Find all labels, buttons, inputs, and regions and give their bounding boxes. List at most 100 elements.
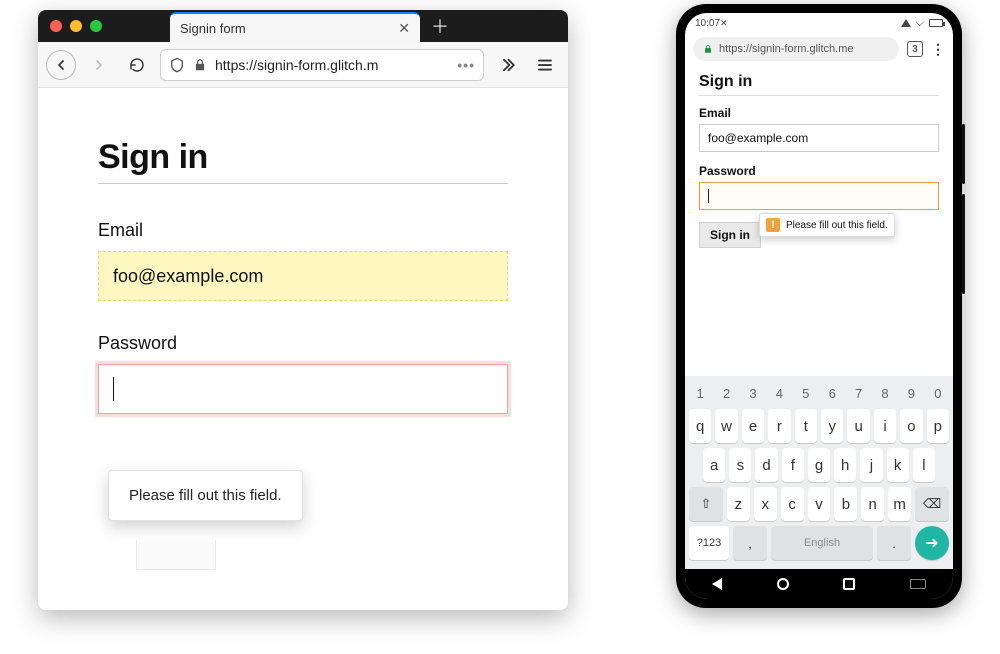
nav-keyboard-button[interactable] xyxy=(910,579,926,589)
close-window-button[interactable] xyxy=(50,20,62,32)
soft-keyboard: 1234567890 qwertyuiop asdfghjkl ⇧ zxcvbn… xyxy=(685,376,953,569)
key-w[interactable]: w xyxy=(715,409,737,443)
mobile-page-heading: Sign in xyxy=(699,73,939,91)
key-s[interactable]: s xyxy=(729,448,751,482)
key-6[interactable]: 6 xyxy=(821,382,843,404)
password-input[interactable] xyxy=(98,364,508,414)
nav-home-button[interactable] xyxy=(777,578,789,590)
mobile-toolbar: https://signin-form.glitch.me 3 ⋮ xyxy=(685,33,953,65)
tab-title: Signin form xyxy=(180,21,246,36)
key-z[interactable]: z xyxy=(727,487,750,521)
mobile-validation-message: Please fill out this field. xyxy=(786,220,888,231)
lock-icon xyxy=(703,44,713,54)
validation-tooltip: Please fill out this field. xyxy=(108,470,303,521)
key-8[interactable]: 8 xyxy=(874,382,896,404)
key-5[interactable]: 5 xyxy=(795,382,817,404)
more-menu-button[interactable]: ⋮ xyxy=(931,41,945,58)
key-x[interactable]: x xyxy=(754,487,777,521)
key-i[interactable]: i xyxy=(874,409,896,443)
key-b[interactable]: b xyxy=(834,487,857,521)
key-q[interactable]: q xyxy=(689,409,711,443)
url-text: https://signin-form.glitch.m xyxy=(215,57,449,73)
mobile-email-value: foo@example.com xyxy=(708,131,808,145)
browser-toolbar: https://signin-form.glitch.m ••• xyxy=(38,42,568,88)
key-k[interactable]: k xyxy=(887,448,909,482)
minimize-window-button[interactable] xyxy=(70,20,82,32)
mobile-signin-button[interactable]: Sign in xyxy=(699,222,761,248)
key-h[interactable]: h xyxy=(834,448,856,482)
page-actions-icon[interactable]: ••• xyxy=(457,57,475,73)
maximize-window-button[interactable] xyxy=(90,20,102,32)
text-caret xyxy=(708,189,709,203)
heading-rule xyxy=(699,95,939,96)
key-y[interactable]: y xyxy=(821,409,843,443)
mobile-password-label: Password xyxy=(699,164,939,178)
mobile-email-input[interactable]: foo@example.com xyxy=(699,124,939,152)
comma-key[interactable]: , xyxy=(733,526,767,560)
key-0[interactable]: 0 xyxy=(927,382,949,404)
page-heading: Sign in xyxy=(98,138,508,177)
phone-side-button xyxy=(962,194,965,294)
key-m[interactable]: m xyxy=(888,487,911,521)
submit-button-obscured[interactable] xyxy=(136,540,216,570)
symbols-key[interactable]: ?123 xyxy=(689,526,729,560)
key-3[interactable]: 3 xyxy=(742,382,764,404)
key-9[interactable]: 9 xyxy=(900,382,922,404)
key-a[interactable]: a xyxy=(703,448,725,482)
mobile-url-text: https://signin-form.glitch.me xyxy=(719,43,854,55)
backspace-key[interactable]: ⌫ xyxy=(915,487,949,521)
status-time: 10:07 xyxy=(695,18,720,29)
signal-icon xyxy=(901,19,911,27)
key-g[interactable]: g xyxy=(808,448,830,482)
key-2[interactable]: 2 xyxy=(715,382,737,404)
key-f[interactable]: f xyxy=(782,448,804,482)
enter-key[interactable]: ➜ xyxy=(915,526,949,560)
browser-tab[interactable]: Signin form ✕ xyxy=(170,12,420,42)
mobile-address-bar[interactable]: https://signin-form.glitch.me xyxy=(693,37,899,61)
tab-bar: Signin form ✕ ＋ xyxy=(38,10,568,42)
new-tab-button[interactable]: ＋ xyxy=(426,12,454,40)
nav-back-button[interactable] xyxy=(712,578,722,590)
key-e[interactable]: e xyxy=(742,409,764,443)
heading-rule xyxy=(98,183,508,184)
close-tab-icon[interactable]: ✕ xyxy=(398,20,410,37)
shield-icon xyxy=(169,57,185,73)
period-key[interactable]: . xyxy=(877,526,911,560)
key-r[interactable]: r xyxy=(768,409,790,443)
page-content: Sign in Email foo@example.com Password xyxy=(38,88,568,474)
email-label: Email xyxy=(98,220,508,241)
forward-button[interactable] xyxy=(84,50,114,80)
hamburger-menu-button[interactable] xyxy=(530,50,560,80)
key-v[interactable]: v xyxy=(808,487,831,521)
key-d[interactable]: d xyxy=(755,448,777,482)
address-bar[interactable]: https://signin-form.glitch.m ••• xyxy=(160,49,484,81)
key-1[interactable]: 1 xyxy=(689,382,711,404)
keyboard-row-2: asdfghjkl xyxy=(689,448,949,482)
key-p[interactable]: p xyxy=(927,409,949,443)
warning-icon: ! xyxy=(766,218,780,232)
key-n[interactable]: n xyxy=(861,487,884,521)
email-value: foo@example.com xyxy=(113,266,263,287)
shift-key[interactable]: ⇧ xyxy=(689,487,723,521)
key-c[interactable]: c xyxy=(781,487,804,521)
lock-icon xyxy=(193,58,207,72)
back-button[interactable] xyxy=(46,50,76,80)
reload-button[interactable] xyxy=(122,50,152,80)
mobile-validation-tooltip: ! Please fill out this field. xyxy=(759,213,895,237)
space-key[interactable]: English xyxy=(771,526,873,560)
key-4[interactable]: 4 xyxy=(768,382,790,404)
mobile-password-input[interactable] xyxy=(699,182,939,210)
mobile-email-label: Email xyxy=(699,106,939,120)
keyboard-row-1: qwertyuiop xyxy=(689,409,949,443)
key-j[interactable]: j xyxy=(860,448,882,482)
overflow-chevron-button[interactable] xyxy=(492,50,522,80)
key-7[interactable]: 7 xyxy=(847,382,869,404)
key-l[interactable]: l xyxy=(913,448,935,482)
nav-recents-button[interactable] xyxy=(843,578,855,590)
key-t[interactable]: t xyxy=(795,409,817,443)
tab-count-button[interactable]: 3 xyxy=(907,41,923,57)
validation-message: Please fill out this field. xyxy=(129,487,282,504)
key-o[interactable]: o xyxy=(900,409,922,443)
key-u[interactable]: u xyxy=(847,409,869,443)
email-input[interactable]: foo@example.com xyxy=(98,251,508,301)
